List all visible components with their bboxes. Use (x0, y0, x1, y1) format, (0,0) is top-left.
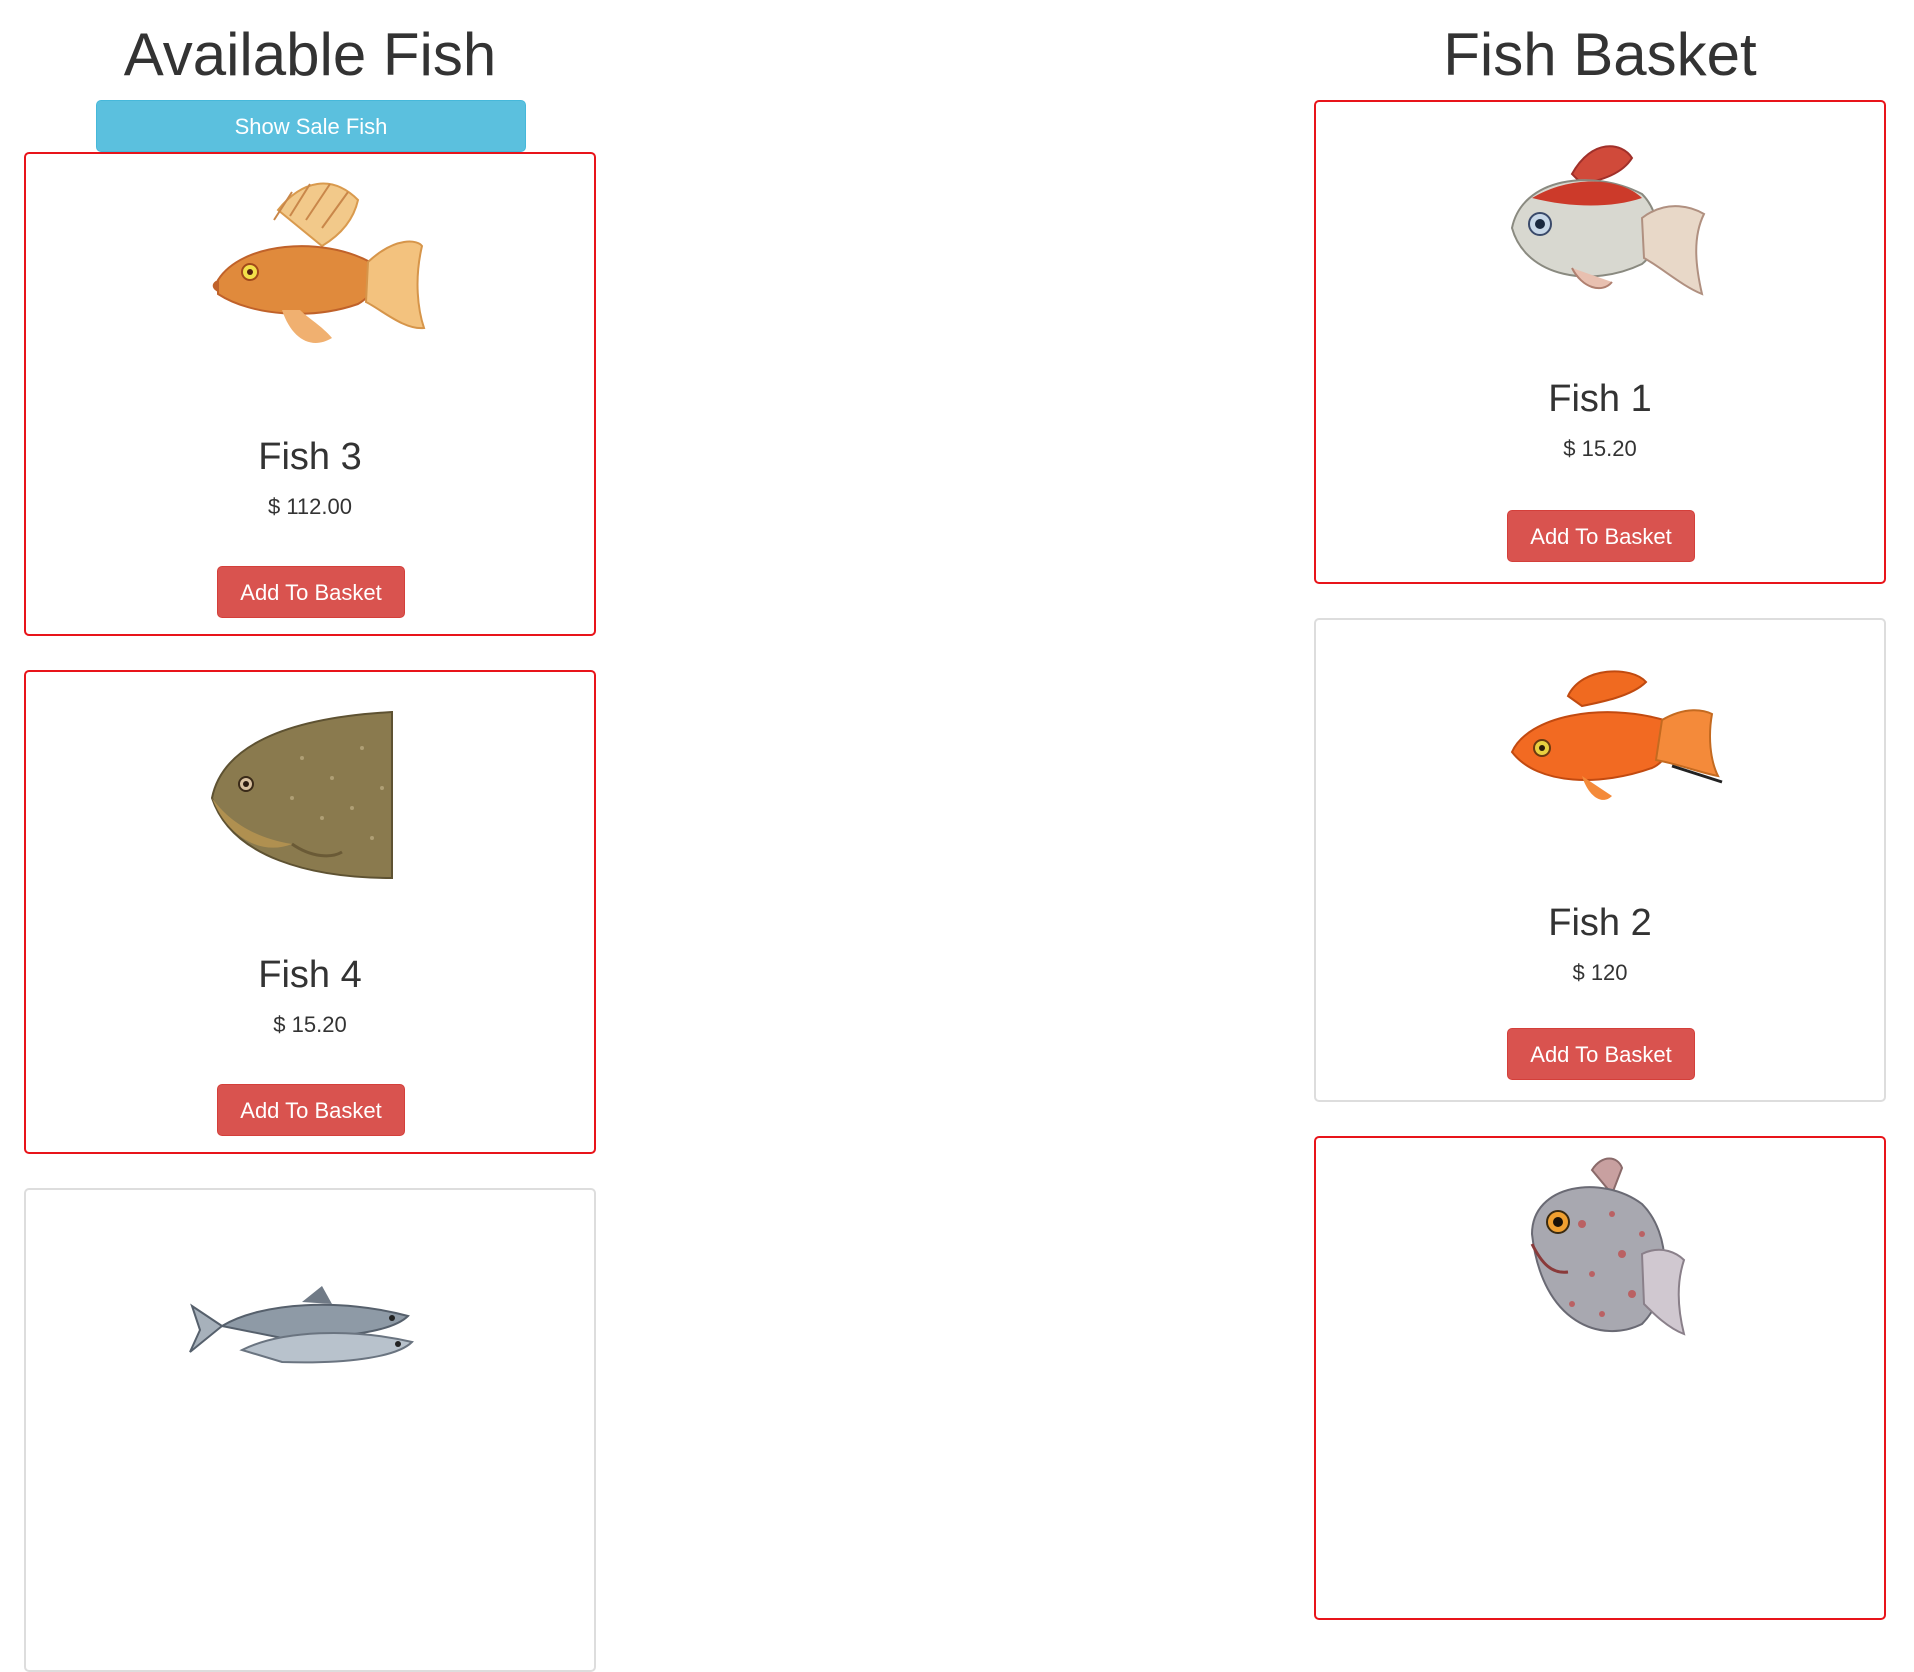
fish-price: $ 15.20 (273, 1012, 347, 1037)
add-to-basket-button[interactable]: Add To Basket (1507, 510, 1695, 562)
piranha-fish-icon (182, 688, 442, 898)
fish-name: Fish 1 (1548, 378, 1652, 420)
fish-name: Fish 3 (258, 436, 362, 478)
add-to-basket-button[interactable]: Add To Basket (1507, 1028, 1695, 1080)
fish-price: $ 15.20 (1563, 436, 1637, 461)
fish-name: Fish 2 (1548, 902, 1652, 944)
fish-basket-heading: Fish Basket (1443, 21, 1757, 88)
fish-price: $ 112.00 (267, 494, 352, 519)
fish-card: Fish 1 $ 15.20 Add To Basket (1314, 100, 1886, 584)
fish-card (24, 1188, 596, 1672)
available-fish-column: Available Fish Show Sale Fish Fish 3 $ 1… (24, 0, 596, 1672)
add-to-basket-button[interactable]: Add To Basket (217, 1084, 405, 1136)
fish-card: Fish 2 $ 120 Add To Basket (1314, 618, 1886, 1102)
fish-name: Fish 4 (258, 954, 362, 996)
orange-molly-fish-icon (182, 170, 442, 380)
fish-basket-column: Fish Basket Fish 1 $ 15.20 Add To Basket (1314, 0, 1886, 1620)
add-to-basket-button[interactable]: Add To Basket (217, 566, 405, 618)
spotted-piranha-fish-icon (1472, 1144, 1732, 1354)
show-sale-fish-button[interactable]: Show Sale Fish (96, 100, 526, 152)
fish-card: Fish 4 $ 15.20 Add To Basket (24, 670, 596, 1154)
fish-price: $ 120 (1572, 960, 1628, 985)
fish-card (1314, 1136, 1886, 1620)
orange-swordtail-fish-icon (1472, 636, 1732, 846)
catfish-group-icon (182, 1206, 442, 1416)
available-fish-heading: Available Fish (123, 21, 497, 88)
fish-card: Fish 3 $ 112.00 Add To Basket (24, 152, 596, 636)
red-white-goldfish-icon (1472, 118, 1732, 328)
